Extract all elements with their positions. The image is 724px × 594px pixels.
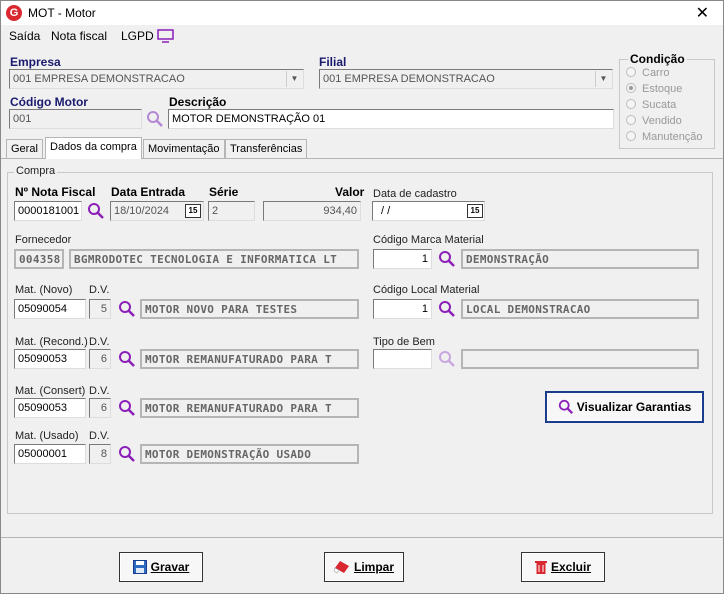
empresa-select[interactable]: 001 EMPRESA DEMONSTRACAO ▼: [9, 69, 304, 89]
empresa-value: 001 EMPRESA DEMONSTRACAO: [13, 73, 185, 85]
descricao-field[interactable]: MOTOR DEMONSTRAÇÃO 01: [168, 109, 614, 129]
filial-select[interactable]: 001 EMPRESA DEMONSTRACAO ▼: [319, 69, 613, 89]
nf-label: Nº Nota Fiscal: [15, 185, 96, 199]
app-logo-icon: G: [6, 5, 22, 21]
main-window: G MOT - Motor ✕ Saída Nota fiscal LGPD E…: [0, 0, 724, 594]
mat-consert-name: MOTOR REMANUFATURADO PARA T: [140, 398, 359, 418]
save-icon: [132, 560, 147, 574]
gravar-button[interactable]: Gravar: [119, 552, 203, 582]
data-cadastro-label: Data de cadastro: [373, 188, 457, 200]
mat-novo-dv: 5: [89, 299, 111, 319]
excluir-label: Excluir: [550, 560, 592, 574]
marca-code[interactable]: 1: [373, 249, 432, 269]
mat-usado-label: Mat. (Usado): [15, 430, 79, 442]
window-title: MOT - Motor: [28, 6, 96, 20]
menu-item-lgpd[interactable]: LGPD: [121, 29, 154, 43]
local-label: Código Local Material: [373, 284, 480, 296]
mat-usado-code[interactable]: 05000001: [14, 444, 86, 464]
search-icon[interactable]: [118, 445, 136, 463]
excluir-button[interactable]: Excluir: [521, 552, 605, 582]
search-icon[interactable]: [118, 350, 136, 368]
mat-recond-code[interactable]: 05090053: [14, 349, 86, 369]
limpar-button[interactable]: Limpar: [324, 552, 404, 582]
limpar-label: Limpar: [353, 560, 394, 574]
calendar-icon[interactable]: 15: [185, 204, 201, 218]
tab-dados-da-compra[interactable]: Dados da compra: [45, 137, 142, 159]
radio-carro[interactable]: Carro: [626, 67, 670, 79]
valor-label: Valor: [335, 185, 365, 199]
nf-field[interactable]: 0000181001: [14, 201, 82, 221]
mat-consert-code[interactable]: 05090053: [14, 398, 86, 418]
search-icon[interactable]: [118, 300, 136, 318]
tab-transferencias[interactable]: Transferências: [225, 139, 308, 159]
serie-label: Série: [209, 185, 239, 199]
search-icon[interactable]: [438, 300, 456, 318]
descricao-label: Descrição: [169, 95, 227, 109]
search-icon: [558, 399, 573, 415]
valor-field[interactable]: 934,40: [263, 201, 361, 221]
filial-value: 001 EMPRESA DEMONSTRACAO: [323, 73, 495, 85]
monitor-icon[interactable]: [157, 29, 175, 43]
close-icon[interactable]: ✕: [696, 3, 709, 23]
serie-field[interactable]: 2: [208, 201, 255, 221]
search-icon[interactable]: [146, 110, 164, 128]
chevron-down-icon[interactable]: ▼: [595, 71, 611, 87]
menu-item-saida[interactable]: Saída: [9, 29, 40, 43]
codigo-motor-field[interactable]: 001: [9, 109, 142, 129]
radio-sucata[interactable]: Sucata: [626, 99, 676, 111]
dv-label: D.V.: [89, 284, 110, 296]
dv-label: D.V.: [89, 385, 110, 397]
visualizar-garantias-button[interactable]: Visualizar Garantias: [545, 391, 704, 423]
search-icon[interactable]: [438, 250, 456, 268]
tipo-bem-code[interactable]: [373, 349, 432, 369]
title-bar: G MOT - Motor ✕: [1, 1, 723, 25]
mat-recond-name: MOTOR REMANUFATURADO PARA T: [140, 349, 359, 369]
marca-label: Código Marca Material: [373, 234, 484, 246]
local-name: LOCAL DEMONSTRACAO: [461, 299, 699, 319]
mat-novo-label: Mat. (Novo): [15, 284, 73, 296]
local-code[interactable]: 1: [373, 299, 432, 319]
trash-icon: [534, 561, 547, 574]
fornecedor-label: Fornecedor: [15, 234, 72, 246]
tipo-bem-name: [461, 349, 699, 369]
search-icon[interactable]: [118, 399, 136, 417]
visualizar-garantias-label: Visualizar Garantias: [576, 400, 692, 414]
search-icon[interactable]: [438, 350, 456, 368]
menu-item-nota-fiscal[interactable]: Nota fiscal: [51, 29, 107, 43]
filial-label: Filial: [319, 55, 347, 69]
chevron-down-icon[interactable]: ▼: [286, 71, 302, 87]
mat-novo-code[interactable]: 05090054: [14, 299, 86, 319]
radio-vendido[interactable]: Vendido: [626, 115, 682, 127]
empresa-label: Empresa: [10, 55, 61, 69]
fornecedor-code[interactable]: 004358: [14, 249, 64, 269]
marca-name: DEMONSTRAÇÃO: [461, 249, 699, 269]
dv-label: D.V.: [89, 336, 110, 348]
codigo-motor-label: Código Motor: [10, 95, 88, 109]
mat-consert-dv: 6: [89, 398, 111, 418]
mat-novo-name: MOTOR NOVO PARA TESTES: [140, 299, 359, 319]
mat-recond-label: Mat. (Recond.): [15, 336, 88, 348]
gravar-label: Gravar: [150, 560, 190, 574]
calendar-icon[interactable]: 15: [467, 204, 483, 218]
data-entrada-label: Data Entrada: [111, 185, 186, 199]
eraser-icon: [333, 561, 349, 574]
compra-group-label: Compra: [14, 165, 58, 177]
radio-manutencao[interactable]: Manutenção: [626, 131, 703, 143]
mat-consert-label: Mat. (Consert): [15, 385, 86, 397]
dv-label: D.V.: [89, 430, 110, 442]
search-icon[interactable]: [87, 202, 105, 220]
fornecedor-name: BGMRODOTEC TECNOLOGIA E INFORMATICA LT: [69, 249, 359, 269]
tipo-bem-label: Tipo de Bem: [373, 336, 435, 348]
condicao-label: Condição: [628, 52, 687, 66]
radio-estoque[interactable]: Estoque: [626, 83, 682, 95]
mat-usado-name: MOTOR DEMONSTRAÇÃO USADO: [140, 444, 359, 464]
compra-group: [7, 172, 713, 514]
mat-recond-dv: 6: [89, 349, 111, 369]
tab-movimentacao[interactable]: Movimentação: [143, 139, 225, 159]
tab-geral[interactable]: Geral: [6, 139, 43, 159]
mat-usado-dv: 8: [89, 444, 111, 464]
